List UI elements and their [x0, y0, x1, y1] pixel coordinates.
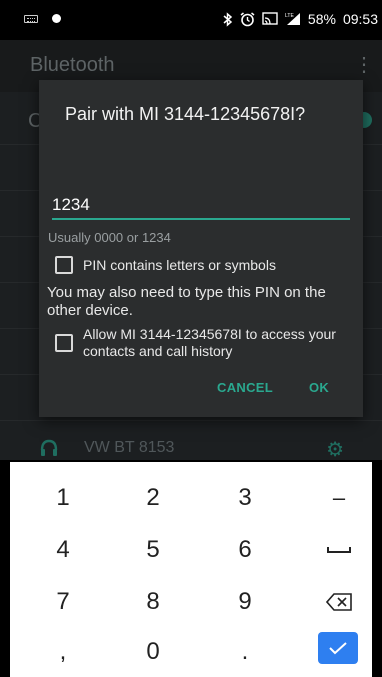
- info-text: You may also need to type this PIN on th…: [47, 284, 326, 319]
- key-minus[interactable]: –: [304, 474, 374, 522]
- numeric-keyboard: 1 2 3 – 4 5 6 7 8 9 , 0 .: [10, 462, 372, 677]
- bluetooth-icon: [223, 11, 233, 27]
- status-right: LTE 58% 09:53: [223, 11, 378, 27]
- device-name: VW BT 8153: [84, 439, 175, 456]
- key-6[interactable]: 6: [210, 526, 280, 574]
- key-1[interactable]: 1: [28, 474, 98, 522]
- allow-access-checkbox[interactable]: [55, 334, 73, 352]
- alarm-icon: [240, 11, 255, 26]
- key-7[interactable]: 7: [28, 578, 98, 626]
- lte-signal-icon: LTE: [284, 12, 300, 25]
- cast-icon: [262, 12, 278, 25]
- dialog-title: Pair with MI 3144-12345678I?: [65, 104, 306, 124]
- pin-input[interactable]: [52, 192, 350, 220]
- pin-letters-checkbox-row[interactable]: PIN contains letters or symbols: [55, 256, 276, 274]
- checkmark-icon: [329, 642, 347, 655]
- key-9[interactable]: 9: [210, 578, 280, 626]
- pin-letters-label: PIN contains letters or symbols: [83, 257, 276, 273]
- clock: 09:53: [342, 11, 378, 27]
- backspace-icon: [326, 593, 352, 611]
- svg-text:LTE: LTE: [285, 13, 294, 19]
- battery-percent: 58%: [307, 11, 336, 27]
- status-left: [24, 14, 61, 23]
- cancel-button[interactable]: CANCEL: [217, 380, 273, 395]
- pair-dialog: Pair with MI 3144-12345678I? Usually 000…: [39, 80, 363, 417]
- key-2[interactable]: 2: [118, 474, 188, 522]
- divider: [0, 420, 382, 421]
- pin-letters-checkbox[interactable]: [55, 256, 73, 274]
- key-8[interactable]: 8: [118, 578, 188, 626]
- keyboard-icon: [24, 14, 38, 23]
- key-4[interactable]: 4: [28, 526, 98, 574]
- key-backspace[interactable]: [304, 578, 374, 626]
- key-done[interactable]: [318, 632, 358, 664]
- allow-access-checkbox-row[interactable]: Allow MI 3144-12345678I to access your c…: [55, 326, 355, 360]
- key-period[interactable]: .: [210, 628, 280, 676]
- key-5[interactable]: 5: [118, 526, 188, 574]
- key-3[interactable]: 3: [210, 474, 280, 522]
- more-vert-icon[interactable]: ⋮: [354, 52, 374, 77]
- status-bar: LTE 58% 09:53: [0, 0, 382, 40]
- pin-hint: Usually 0000 or 1234: [48, 230, 171, 245]
- space-icon: [327, 547, 351, 553]
- gear-icon[interactable]: ⚙: [326, 437, 344, 462]
- page-title: Bluetooth: [30, 54, 115, 76]
- ok-button[interactable]: OK: [309, 380, 329, 395]
- key-comma[interactable]: ,: [28, 628, 98, 676]
- headset-icon: [40, 439, 58, 456]
- allow-access-label: Allow MI 3144-12345678I to access your c…: [83, 326, 336, 359]
- key-0[interactable]: 0: [118, 628, 188, 676]
- notification-dot-icon: [52, 14, 61, 23]
- key-space[interactable]: [304, 526, 374, 574]
